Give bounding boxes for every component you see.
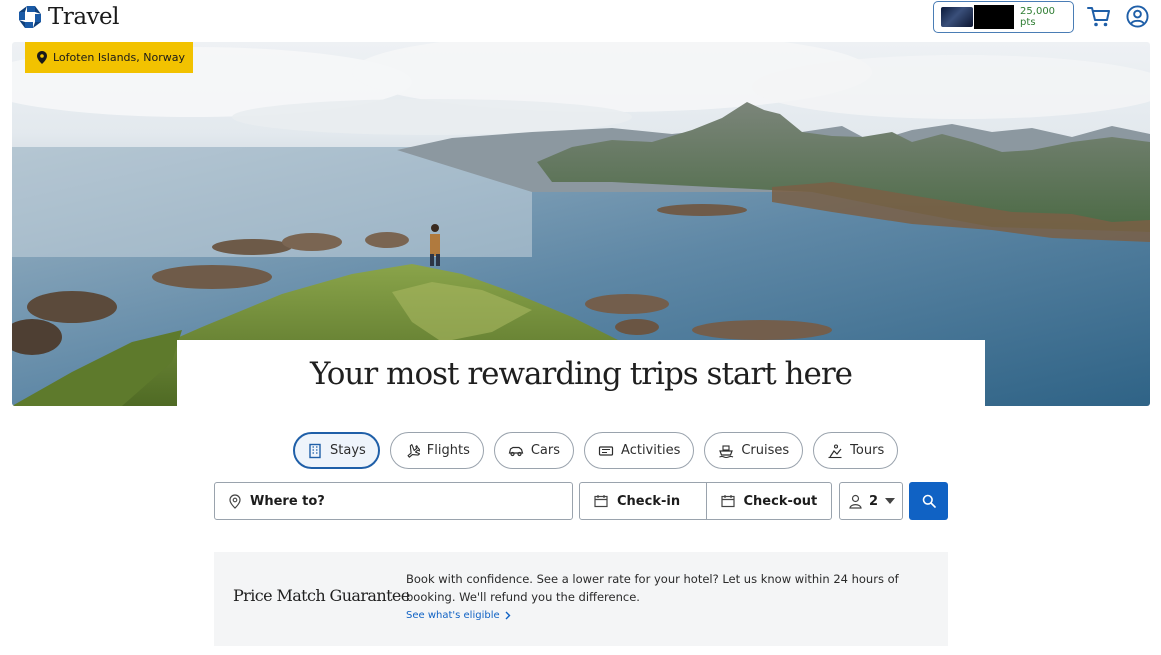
plane-icon <box>407 443 420 458</box>
ticket-icon <box>598 445 614 456</box>
octagon-logo-icon <box>19 6 41 28</box>
search-type-tabs: Stays Flights Cars Activities Cruises To… <box>293 432 899 469</box>
person-icon <box>849 494 862 509</box>
hotel-icon <box>309 443 321 458</box>
redacted-account-block <box>973 5 1015 29</box>
tab-label: Cruises <box>741 443 790 458</box>
chevron-right-icon <box>505 611 511 620</box>
tab-label: Stays <box>330 443 366 458</box>
check-out-label: Check-out <box>743 493 818 509</box>
check-out-field[interactable]: Check-out <box>705 483 832 519</box>
calendar-icon <box>720 495 735 508</box>
tab-activities[interactable]: Activities <box>584 432 695 469</box>
tab-label: Cars <box>530 443 561 458</box>
search-icon <box>922 494 936 508</box>
tour-icon <box>828 443 842 458</box>
price-match-banner: Price Match Guarantee Book with confiden… <box>214 552 948 646</box>
cart-icon[interactable] <box>1087 6 1111 28</box>
car-icon <box>508 446 524 456</box>
price-match-description: Book with confidence. See a lower rate f… <box>406 572 899 604</box>
credit-card-image <box>941 7 973 27</box>
tab-label: Tours <box>850 443 885 458</box>
map-pin-icon <box>37 51 47 64</box>
see-eligible-label: See what's eligible <box>406 610 500 621</box>
price-match-title: Price Match Guarantee <box>233 586 410 605</box>
brand-name: Travel <box>48 4 120 30</box>
page-title: Your most rewarding trips start here <box>309 356 853 392</box>
destination-input[interactable]: Where to? <box>214 482 573 520</box>
rewards-points-button[interactable]: 25,000 pts <box>933 1 1074 33</box>
check-in-label: Check-in <box>617 493 681 509</box>
brand-logo-link[interactable]: Travel <box>18 4 120 30</box>
location-label: Lofoten Islands, Norway <box>53 51 185 64</box>
map-pin-icon <box>229 493 241 509</box>
tab-stays[interactable]: Stays <box>293 432 380 469</box>
tab-label: Activities <box>621 443 681 458</box>
headline-panel: Your most rewarding trips start here <box>177 340 985 406</box>
chevron-down-icon <box>885 498 896 504</box>
search-button[interactable] <box>909 482 948 520</box>
date-range-picker: Check-in Check-out <box>579 482 832 520</box>
points-balance: 25,000 pts <box>1020 6 1056 28</box>
location-badge: Lofoten Islands, Norway <box>25 42 193 73</box>
guests-dropdown[interactable]: 2 <box>839 482 903 520</box>
destination-placeholder: Where to? <box>250 493 325 509</box>
guests-count: 2 <box>869 493 879 509</box>
tab-cars[interactable]: Cars <box>493 432 575 469</box>
tab-tours[interactable]: Tours <box>813 432 899 469</box>
see-eligible-link[interactable]: See what's eligible <box>406 610 511 621</box>
account-icon[interactable] <box>1126 5 1149 28</box>
tab-cruises[interactable]: Cruises <box>704 432 804 469</box>
ship-icon <box>719 444 734 458</box>
check-in-field[interactable]: Check-in <box>580 483 706 519</box>
tab-label: Flights <box>426 443 470 458</box>
calendar-icon <box>594 495 608 508</box>
tab-flights[interactable]: Flights <box>389 432 484 469</box>
